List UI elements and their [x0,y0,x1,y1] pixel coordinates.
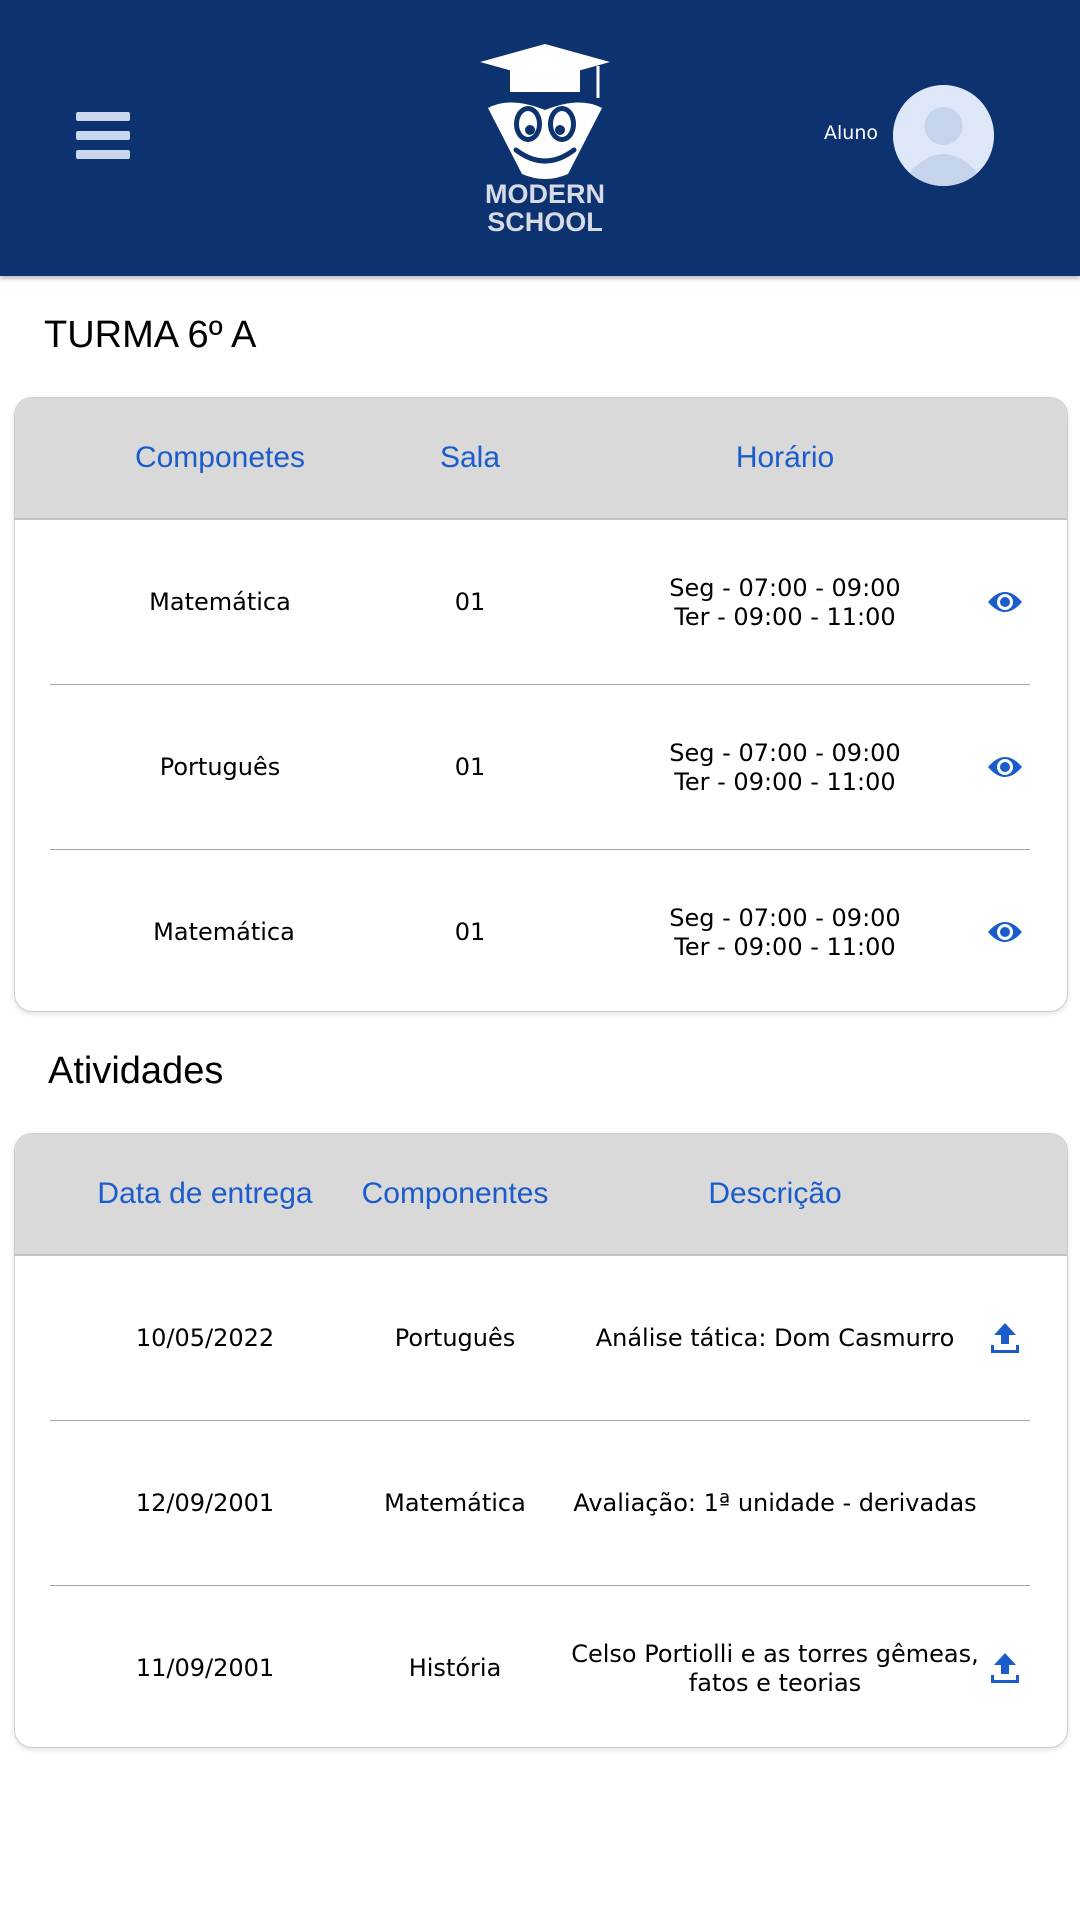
table-row: 12/09/2001 Matemática Avaliação: 1ª unid… [15,1421,1067,1586]
eye-icon[interactable] [985,747,1025,787]
upload-icon[interactable] [985,1648,1025,1688]
column-header-room: Sala [439,441,501,474]
schedule-table: Componetes Sala Horário Matemática 01 Se… [14,397,1068,1012]
activities-table: Data de entrega Componentes Descrição 10… [14,1133,1068,1748]
schedule-cell: Seg - 07:00 - 09:00 Ter - 09:00 - 11:00 [605,685,965,850]
schedule-line: Ter - 09:00 - 11:00 [674,932,896,961]
user-role-label: Aluno [824,122,878,144]
room-cell: 01 [454,918,486,946]
schedule-line: Ter - 09:00 - 11:00 [674,602,896,631]
app-header: MODERN SCHOOL Aluno [0,0,1080,276]
schedule-cell: Seg - 07:00 - 09:00 Ter - 09:00 - 11:00 [605,520,965,685]
description-line: Celso Portiolli e as torres gêmeas, [571,1639,979,1668]
description-cell: Análise tática: Dom Casmurro [565,1256,985,1421]
eye-icon[interactable] [985,582,1025,622]
upload-icon[interactable] [985,1318,1025,1358]
mascot-logo-icon [480,44,610,179]
description-cell: Avaliação: 1ª unidade - derivadas [565,1421,985,1586]
activities-title: Atividades [48,1050,224,1092]
schedule-line: Seg - 07:00 - 09:00 [669,903,901,932]
logo-text-line1: MODERN [485,179,605,209]
logo-text-line2: SCHOOL [487,207,603,237]
description-cell: Celso Portiolli e as torres gêmeas, fato… [565,1586,985,1747]
schedule-line: Ter - 09:00 - 11:00 [674,767,896,796]
column-header-due-date: Data de entrega [97,1177,313,1210]
due-date-cell: 10/05/2022 [135,1324,275,1352]
activities-table-header: Data de entrega Componentes Descrição [15,1134,1067,1256]
component-cell: História [408,1654,502,1682]
school-logo: MODERN SCHOOL [470,40,620,240]
column-header-component: Componetes [134,441,306,474]
class-title: TURMA 6º A [44,314,257,356]
room-cell: 01 [454,753,486,781]
component-cell: Português [159,753,281,781]
component-cell: Matemática [384,1489,526,1517]
component-cell: Matemática [149,588,291,616]
table-row: 10/05/2022 Português Análise tática: Dom… [15,1256,1067,1421]
table-row: 11/09/2001 História Celso Portiolli e as… [15,1586,1067,1747]
column-header-description: Descrição [708,1177,842,1210]
table-row: Matemática 01 Seg - 07:00 - 09:00 Ter - … [15,850,1067,1011]
schedule-line: Seg - 07:00 - 09:00 [669,738,901,767]
schedule-table-header: Componetes Sala Horário [15,398,1067,520]
column-header-schedule: Horário [735,441,835,474]
user-avatar-icon[interactable] [893,85,994,186]
due-date-cell: 11/09/2001 [135,1654,275,1682]
component-cell: Português [394,1324,516,1352]
table-row: Matemática 01 Seg - 07:00 - 09:00 Ter - … [15,520,1067,685]
hamburger-menu-icon[interactable] [76,112,130,160]
schedule-line: Seg - 07:00 - 09:00 [669,573,901,602]
due-date-cell: 12/09/2001 [135,1489,275,1517]
schedule-cell: Seg - 07:00 - 09:00 Ter - 09:00 - 11:00 [605,850,965,1011]
description-line: fatos e teorias [688,1668,862,1697]
description-line: Análise tática: Dom Casmurro [595,1324,955,1352]
column-header-component: Componentes [361,1177,549,1210]
description-line: Avaliação: 1ª unidade - derivadas [573,1489,977,1517]
table-row: Português 01 Seg - 07:00 - 09:00 Ter - 0… [15,685,1067,850]
eye-icon[interactable] [985,912,1025,952]
room-cell: 01 [454,588,486,616]
component-cell: Matemática [153,918,295,946]
